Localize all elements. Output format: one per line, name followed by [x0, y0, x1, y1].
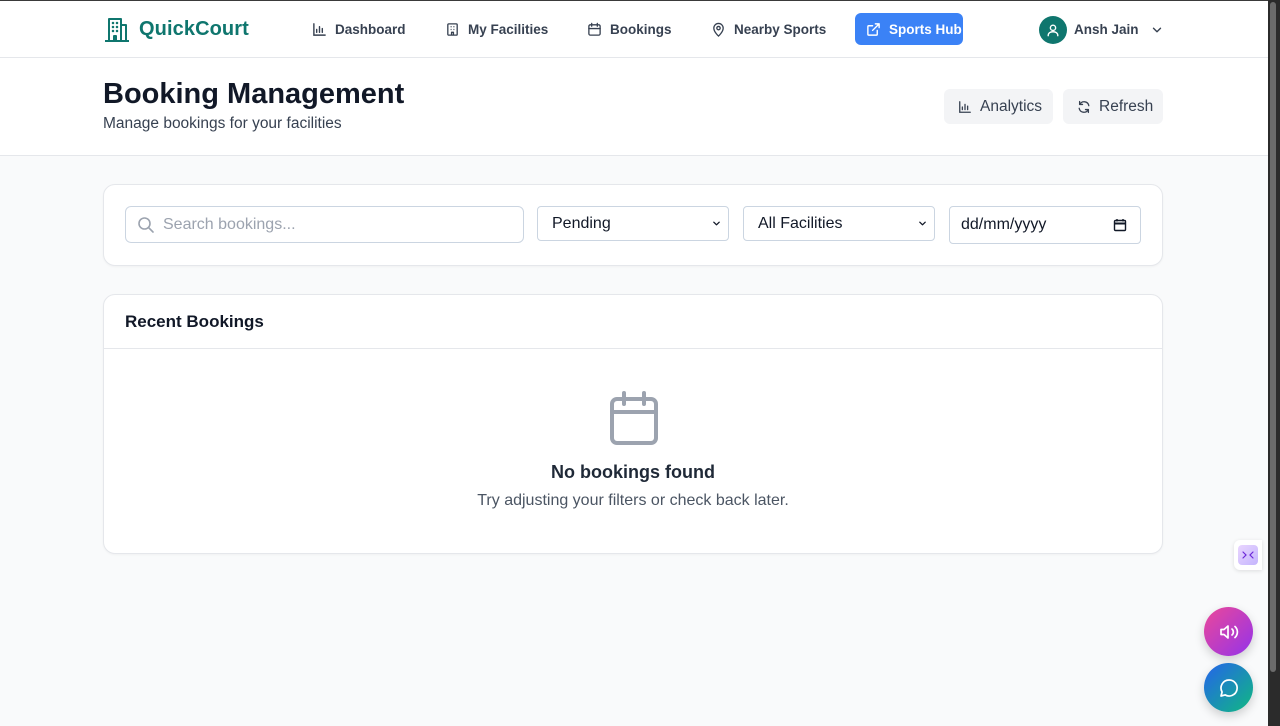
analytics-button[interactable]: Analytics	[944, 89, 1053, 124]
building-icon	[447, 22, 458, 36]
brand-name: QuickCourt	[139, 17, 249, 40]
collapse-widget-button[interactable]	[1234, 540, 1262, 570]
search-field[interactable]	[125, 206, 524, 243]
chevron-down-icon	[713, 221, 720, 226]
external-link-icon	[867, 22, 880, 36]
nav-my-facilities-label: My Facilities	[468, 21, 549, 37]
user-name: Ansh Jain	[1074, 22, 1139, 37]
analytics-button-label: Analytics	[980, 97, 1043, 115]
empty-state-title: No bookings found	[551, 462, 715, 482]
nav-dashboard[interactable]: Dashboard	[312, 13, 406, 45]
top-navbar: QuickCourt Dashboard My Facilities Booki…	[0, 1, 1268, 58]
refresh-icon	[1078, 100, 1090, 113]
nav-nearby-sports[interactable]: Nearby Sports	[711, 13, 826, 45]
page-header: Booking Management Manage bookings for y…	[0, 58, 1268, 156]
chat-bubble-icon	[1219, 678, 1238, 697]
page-subtitle: Manage bookings for your facilities	[103, 115, 342, 132]
recent-bookings-card: Recent Bookings No bookings found Try ad…	[103, 294, 1163, 554]
refresh-button-label: Refresh	[1099, 97, 1154, 115]
calendar-icon	[610, 391, 658, 445]
bar-chart-icon	[313, 22, 326, 36]
scrollbar-thumb[interactable]	[1270, 2, 1276, 672]
speaker-icon	[1219, 624, 1238, 639]
search-icon	[138, 216, 154, 233]
calendar-icon	[588, 22, 601, 36]
filter-card: Pending All Facilities dd/mm/yyyy	[103, 184, 1163, 266]
facility-select[interactable]: All Facilities	[743, 206, 935, 241]
avatar	[1039, 15, 1067, 44]
user-icon	[1047, 23, 1059, 36]
chevron-down-icon	[919, 221, 926, 226]
refresh-button[interactable]: Refresh	[1063, 89, 1163, 124]
card-header: Recent Bookings	[104, 295, 1162, 349]
map-pin-icon	[713, 22, 724, 37]
page-title: Booking Management	[103, 78, 405, 110]
calendar-picker-icon[interactable]	[1113, 218, 1127, 232]
status-select-value: Pending	[552, 214, 611, 232]
empty-state-text: Try adjusting your filters or check back…	[477, 492, 789, 509]
status-select[interactable]: Pending	[537, 206, 729, 241]
nav-bookings[interactable]: Bookings	[587, 13, 672, 45]
page-scrollbar[interactable]	[1268, 0, 1280, 726]
building-logo-icon	[105, 18, 129, 42]
search-input[interactable]	[163, 215, 523, 234]
facility-select-value: All Facilities	[758, 214, 843, 232]
collapse-icon	[1238, 545, 1258, 565]
card-title: Recent Bookings	[125, 311, 264, 331]
nav-my-facilities[interactable]: My Facilities	[445, 13, 548, 45]
empty-state: No bookings found Try adjusting your fil…	[104, 349, 1162, 554]
brand-logo-link[interactable]: QuickCourt	[103, 14, 249, 44]
nav-sports-hub-label: Sports Hub	[889, 21, 962, 37]
chat-button[interactable]	[1204, 663, 1253, 712]
bar-chart-icon	[959, 100, 971, 113]
audio-assistant-button[interactable]	[1204, 607, 1253, 656]
nav-dashboard-label: Dashboard	[335, 21, 406, 37]
user-menu[interactable]: Ansh Jain	[1039, 15, 1164, 44]
date-input-value: dd/mm/yyyy	[961, 216, 1047, 233]
date-input[interactable]: dd/mm/yyyy	[949, 206, 1141, 244]
chevron-down-icon	[1152, 27, 1161, 32]
nav-bookings-label: Bookings	[610, 21, 672, 37]
nav-nearby-sports-label: Nearby Sports	[734, 21, 827, 37]
nav-sports-hub-button[interactable]: Sports Hub	[855, 13, 963, 45]
